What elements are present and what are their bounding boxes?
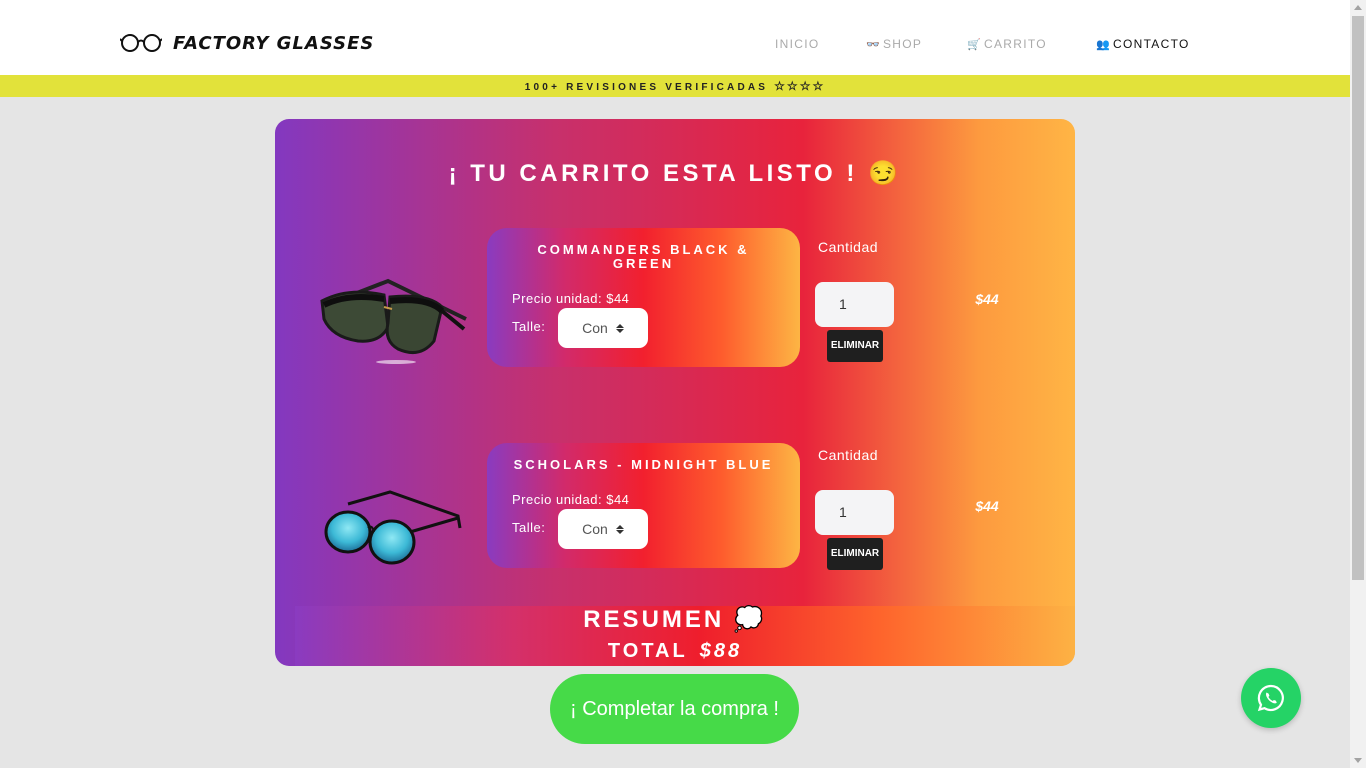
glasses-icon: 👓: [866, 38, 881, 51]
product-image-commanders: [320, 278, 467, 364]
talle-label: Talle:: [512, 319, 546, 334]
delete-button[interactable]: ELIMINAR: [827, 330, 883, 362]
reviews-text: 100+ REVISIONES VERIFICADAS: [524, 82, 769, 93]
line-total: $44: [975, 498, 999, 514]
nav-contacto-label: CONTACTO: [1113, 37, 1190, 51]
product-card: COMMANDERS BLACK & GREEN Precio unidad: …: [487, 228, 800, 367]
talle-value: Con: [582, 320, 608, 336]
reviews-banner: 100+ REVISIONES VERIFICADAS ☆☆☆☆: [0, 75, 1350, 97]
talle-select[interactable]: Con: [558, 308, 648, 348]
product-name: COMMANDERS BLACK & GREEN: [537, 242, 750, 271]
nav-shop-label: SHOP: [883, 37, 923, 51]
nav-inicio-label: INICIO: [775, 37, 820, 51]
select-arrows-icon: [615, 323, 624, 333]
site-header: FACTORY GLASSES INICIO 👓 SHOP 🛒 CARRITO …: [0, 0, 1350, 75]
nav-carrito[interactable]: 🛒 CARRITO: [967, 37, 1047, 51]
product-name: SCHOLARS - MIDNIGHT BLUE: [513, 457, 774, 472]
product-price: Precio unidad: $44: [512, 291, 630, 306]
whatsapp-icon: [1257, 684, 1284, 712]
total-label: TOTAL: [607, 640, 688, 662]
delete-button[interactable]: ELIMINAR: [827, 538, 883, 570]
select-arrows-icon: [615, 524, 624, 534]
nav-carrito-label: CARRITO: [984, 37, 1047, 51]
brand-name: FACTORY GLASSES: [173, 32, 375, 54]
product-image-scholars: [324, 490, 462, 565]
quantity-input[interactable]: 1: [815, 282, 894, 327]
summary-title: RESUMEN 💭: [583, 606, 767, 633]
whatsapp-button[interactable]: [1241, 668, 1301, 728]
summary-total: TOTAL $88: [275, 640, 1075, 663]
line-total: $44: [975, 291, 999, 307]
complete-purchase-button[interactable]: ¡ Completar la compra !: [550, 674, 799, 744]
quantity-label: Cantidad: [818, 239, 879, 255]
cart-title: ¡ TU CARRITO ESTA LISTO ! 😏: [448, 160, 902, 187]
quantity-input[interactable]: 1: [815, 490, 894, 535]
vertical-scrollbar[interactable]: [1350, 0, 1366, 768]
contact-icon: 👥: [1096, 38, 1111, 51]
brand-logo[interactable]: FACTORY GLASSES: [120, 32, 374, 54]
nav-inicio[interactable]: INICIO: [775, 37, 819, 51]
product-price: Precio unidad: $44: [512, 492, 630, 507]
product-card: SCHOLARS - MIDNIGHT BLUE Precio unidad: …: [487, 443, 800, 568]
scroll-up-icon[interactable]: [1354, 5, 1362, 10]
talle-value: Con: [582, 521, 608, 537]
cart-icon: 🛒: [967, 38, 982, 51]
talle-select[interactable]: Con: [558, 509, 648, 549]
talle-label: Talle:: [512, 520, 546, 535]
total-value: $88: [699, 640, 743, 662]
nav-contacto[interactable]: 👥 CONTACTO: [1096, 37, 1190, 51]
scrollbar-thumb[interactable]: [1352, 16, 1364, 580]
glasses-logo-icon: [120, 34, 162, 52]
quantity-label: Cantidad: [818, 447, 879, 463]
scroll-down-icon[interactable]: [1354, 758, 1362, 763]
nav-shop[interactable]: 👓 SHOP: [866, 37, 922, 51]
star-rating-icons: ☆☆☆☆: [774, 79, 826, 93]
cart-panel: ¡ TU CARRITO ESTA LISTO ! 😏 COMMANDERS B…: [275, 119, 1075, 666]
